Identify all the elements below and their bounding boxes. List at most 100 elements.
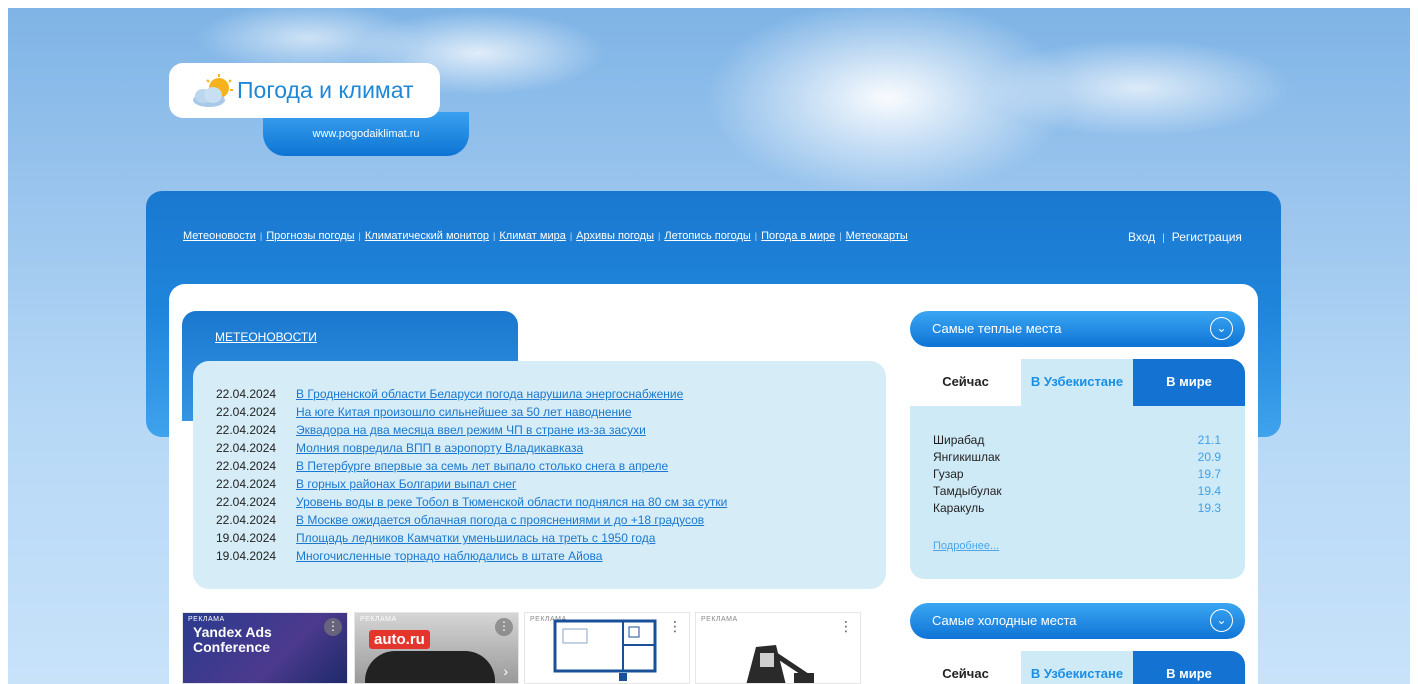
news-date: 22.04.2024 [216,441,277,455]
floorplan-image [553,619,657,681]
news-link[interactable]: Многочисленные торнадо наблюдались в шта… [296,549,602,563]
chevron-right-icon[interactable]: › [503,663,508,679]
auth-links: Вход | Регистрация [1128,230,1242,244]
coldest-header[interactable]: Самые холодные места ⌄ [910,603,1245,639]
news-item: 19.04.2024 Площадь ледников Камчатки умен… [216,529,886,547]
nav-link-world-climate[interactable]: Климат мира [499,230,565,242]
tab-uzbekistan[interactable]: В Узбекистане [1021,359,1133,406]
news-date: 22.04.2024 [216,459,277,473]
news-item: 22.04.2024 Молния повредила ВПП в аэропор… [216,439,886,457]
news-link[interactable]: Эквадора на два месяца ввел режим ЧП в с… [296,423,646,437]
news-item: 22.04.2024 Эквадора на два месяца ввел ре… [216,421,886,439]
tab-world[interactable]: В мире [1133,359,1245,406]
news-item: 22.04.2024 На юге Китая произошло сильней… [216,403,886,421]
news-date: 22.04.2024 [216,423,277,437]
city-name: Гузар [933,467,964,481]
news-item: 22.04.2024 Уровень воды в реке Тобол в Тю… [216,493,886,511]
news-item: 22.04.2024 В Петербурге впервые за семь л… [216,457,886,475]
news-link[interactable]: В Москве ожидается облачная погода с про… [296,513,704,527]
tab-now[interactable]: Сейчас [910,651,1021,684]
city-name: Ширабад [933,433,985,447]
news-link[interactable]: В Петербурге впервые за семь лет выпало … [296,459,668,473]
site-url[interactable]: www.pogodaiklimat.ru [263,112,469,156]
main-nav: Метеоновости | Прогнозы погоды | Климатическ… [183,230,908,242]
news-date: 22.04.2024 [216,405,277,419]
nav-link-weather-chronicle[interactable]: Летопись погоды [664,230,750,242]
auth-separator: | [1162,233,1165,244]
register-link[interactable]: Регистрация [1172,230,1242,244]
nav-link-meteonews[interactable]: Метеоновости [183,230,256,242]
nav-separator: | [839,231,842,241]
news-date: 22.04.2024 [216,513,277,527]
news-date: 22.04.2024 [216,477,277,491]
nav-separator: | [754,231,758,241]
news-link[interactable]: В Гродненской области Беларуси погода на… [296,387,683,401]
chevron-down-icon[interactable]: ⌄ [1210,609,1233,632]
ad-label: РЕКЛАМА [360,616,397,623]
sun-cloud-icon [189,73,235,108]
city-temperature: 19.3 [1197,501,1221,515]
ad-label: РЕКЛАМА [701,616,738,623]
warmest-header[interactable]: Самые теплые места ⌄ [910,311,1245,347]
city-temperature: 19.4 [1197,484,1221,498]
news-item: 22.04.2024 В Москве ожидается облачная по… [216,511,886,529]
chevron-down-icon[interactable]: ⌄ [1210,317,1233,340]
more-options-icon[interactable]: ⋮ [495,618,513,636]
news-date: 22.04.2024 [216,495,277,509]
nav-link-meteomaps[interactable]: Метеокарты [846,230,908,242]
coldest-tabs: Сейчас В Узбекистане В мире [910,651,1245,684]
ad-banner-floorplan[interactable]: РЕКЛАМА ⋮ [524,612,690,684]
nav-separator: | [658,231,661,241]
car-image [365,651,495,683]
news-tab-label[interactable]: МЕТЕОНОВОСТИ [215,330,317,344]
nav-link-world-weather[interactable]: Погода в мире [761,230,835,242]
ad-banner-yandex[interactable]: РЕКЛАМА Yandex Ads Conference ⋮ [182,612,348,684]
ad-banner-excavator[interactable]: РЕКЛАМА ⋮ [695,612,861,684]
news-link[interactable]: Молния повредила ВПП в аэропорту Владика… [296,441,583,455]
city-name: Тамдыбулак [933,484,1002,498]
tab-uzbekistan[interactable]: В Узбекистане [1021,651,1133,684]
city-temperature: 21.1 [1197,433,1221,447]
news-date: 19.04.2024 [216,531,277,545]
warmest-title: Самые теплые места [932,321,1062,336]
news-date: 19.04.2024 [216,549,277,563]
site-logo[interactable]: Погода и климат [169,63,440,118]
more-options-icon[interactable]: ⋮ [324,618,342,636]
nav-separator: | [493,231,496,241]
excavator-image [746,645,814,683]
nav-link-climate-monitor[interactable]: Климатический монитор [365,230,489,242]
nav-link-weather-archives[interactable]: Архивы погоды [576,230,654,242]
news-link[interactable]: В горных районах Болгарии выпал снег [296,477,516,491]
city-row: Тамдыбулак 19.4 [933,483,1221,500]
ad-label: РЕКЛАМА [188,616,225,623]
coldest-title: Самые холодные места [932,613,1077,628]
nav-separator: | [358,231,361,241]
more-options-icon[interactable]: ⋮ [666,618,684,636]
news-link[interactable]: На юге Китая произошло сильнейшее за 50 … [296,405,632,419]
news-link[interactable]: Уровень воды в реке Тобол в Тюменской об… [296,495,727,509]
nav-link-forecasts[interactable]: Прогнозы погоды [266,230,354,242]
city-temperature: 20.9 [1197,450,1221,464]
news-link[interactable]: Площадь ледников Камчатки уменьшилась на… [296,531,655,545]
ad-logo: auto.ru [369,630,430,649]
nav-separator: | [569,231,573,241]
news-date: 22.04.2024 [216,387,277,401]
more-link[interactable]: Подробнее... [933,540,999,552]
warmest-tabs: Сейчас В Узбекистане В мире [910,359,1245,406]
city-row: Ширабад 21.1 [933,432,1221,449]
news-item: 22.04.2024 В горных районах Болгарии выпа… [216,475,886,493]
more-options-icon[interactable]: ⋮ [837,618,855,636]
city-name: Каракуль [933,501,985,515]
tab-world[interactable]: В мире [1133,651,1245,684]
city-row: Янгикишлак 20.9 [933,449,1221,466]
ad-banner-autoru[interactable]: РЕКЛАМА auto.ru ⋮ › [354,612,519,684]
news-item: 19.04.2024 Многочисленные торнадо наблюда… [216,547,886,565]
login-link[interactable]: Вход [1128,230,1155,244]
news-list: 22.04.2024 В Гродненской области Беларуси… [193,361,886,589]
city-row: Гузар 19.7 [933,466,1221,483]
tab-now[interactable]: Сейчас [910,359,1021,406]
news-item: 22.04.2024 В Гродненской области Беларуси… [216,385,886,403]
city-temperature: 19.7 [1197,467,1221,481]
nav-separator: | [259,231,263,241]
site-title: Погода и климат [237,77,414,103]
